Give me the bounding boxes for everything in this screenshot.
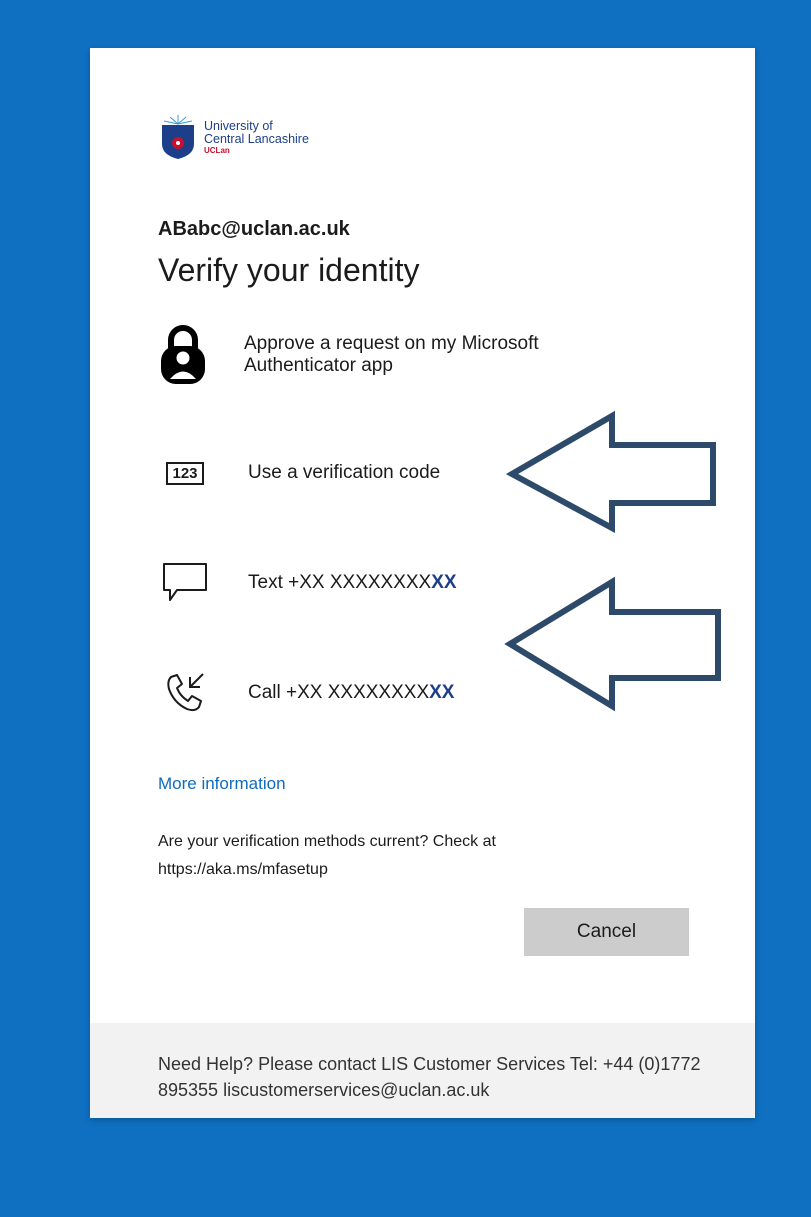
logo-line-1: University of — [204, 118, 273, 133]
help-footer: Need Help? Please contact LIS Customer S… — [90, 1023, 755, 1118]
option-phone-call[interactable]: Call +XX XXXXXXXXXX — [158, 666, 598, 720]
more-information-link[interactable]: More information — [158, 774, 286, 794]
option-text-message-label: Text +XX XXXXXXXX — [248, 572, 432, 593]
option-verification-code[interactable]: 123 Use a verification code — [158, 446, 598, 500]
option-text-message-suffix: XX — [431, 572, 457, 593]
option-text-message[interactable]: Text +XX XXXXXXXXXX — [158, 556, 598, 610]
cancel-button[interactable]: Cancel — [524, 908, 689, 956]
numeric-code-icon: 123 — [158, 446, 212, 500]
option-authenticator-label: Approve a request on my Microsoft Authen… — [244, 333, 539, 376]
option-phone-call-suffix: XX — [429, 682, 455, 703]
option-phone-call-label: Call +XX XXXXXXXX — [248, 682, 430, 703]
logo-line-2: Central Lancashire — [204, 131, 309, 146]
uclan-logo: University of Central Lancashire UCLan — [158, 114, 309, 160]
phone-call-icon — [158, 666, 212, 720]
option-verification-code-label: Use a verification code — [248, 462, 441, 483]
account-email: ABabc@uclan.ac.uk — [158, 218, 350, 240]
authenticator-lock-icon — [158, 325, 208, 384]
option-authenticator[interactable]: Approve a request on my Microsoft Authen… — [158, 325, 598, 384]
logo-line-3: UCLan — [204, 145, 230, 155]
verification-methods-note: Are your verification methods current? C… — [158, 833, 496, 878]
help-text: Need Help? Please contact LIS Customer S… — [158, 1054, 701, 1100]
page-title: Verify your identity — [158, 252, 420, 288]
numeric-code-icon-text: 123 — [166, 461, 204, 485]
uclan-crest-icon — [162, 115, 194, 159]
sms-chat-icon — [158, 556, 212, 610]
sign-in-card: University of Central Lancashire UCLan A… — [90, 48, 755, 1118]
